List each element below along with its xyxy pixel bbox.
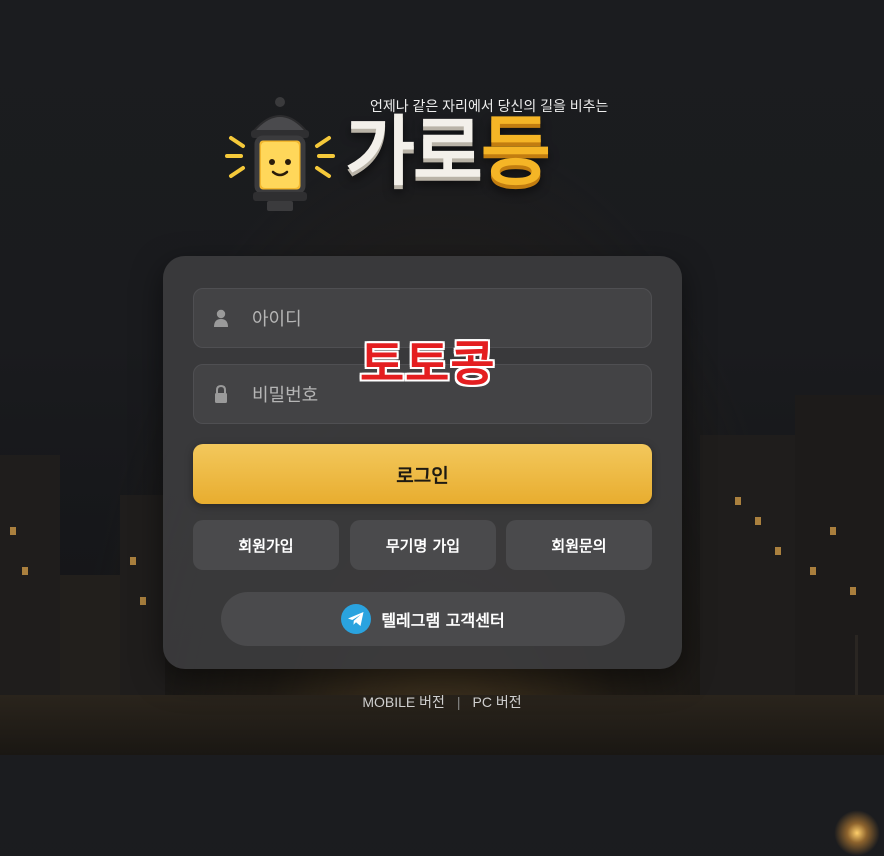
logo-wordmark: 가로등: [345, 114, 551, 190]
mobile-version-link[interactable]: MOBILE 버전: [362, 694, 445, 710]
pc-version-link[interactable]: PC 버전: [473, 694, 522, 710]
inquiry-button[interactable]: 회원문의: [506, 520, 652, 570]
user-icon: [214, 309, 228, 327]
anonymous-signup-button[interactable]: 무기명 가입: [350, 520, 496, 570]
lock-icon: [215, 385, 227, 403]
telegram-support-label: 텔레그램 고객센터: [381, 611, 505, 630]
street-lamp-glow: [834, 810, 880, 856]
logo-text-accent: 등: [480, 107, 551, 196]
building: [120, 495, 165, 715]
login-button[interactable]: 로그인: [193, 444, 652, 504]
signup-button[interactable]: 회원가입: [193, 520, 339, 570]
telegram-support-button[interactable]: 텔레그램 고객센터: [221, 592, 625, 646]
building: [0, 455, 60, 715]
street-lamp-glow: [700, 727, 724, 751]
street-lamp-post: [855, 635, 858, 735]
login-card: 로그인 회원가입 무기명 가입 회원문의 텔레그램 고객센터: [163, 256, 682, 669]
street-lamp-glow: [130, 720, 156, 746]
lamp-mascot-icon: [225, 97, 335, 211]
building: [700, 435, 800, 715]
footer: MOBILE 버전 | PC 버전: [0, 692, 884, 712]
telegram-icon: [341, 604, 372, 634]
footer-separator: |: [456, 694, 461, 710]
watermark-text: 토토콩: [360, 336, 496, 392]
logo-text-primary: 가로: [345, 107, 483, 196]
building: [795, 395, 884, 715]
